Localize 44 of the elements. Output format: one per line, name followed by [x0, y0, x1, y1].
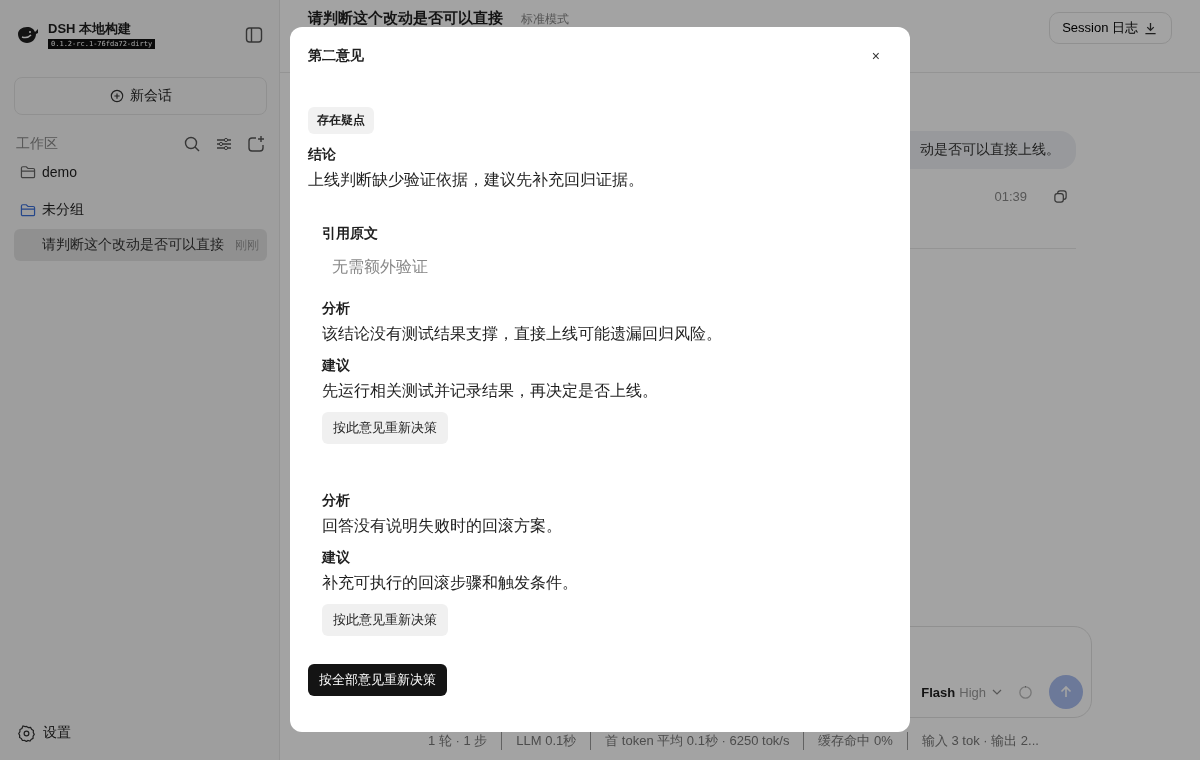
folder-item[interactable]: demo [14, 153, 267, 191]
folder-item[interactable]: 未分组 [14, 191, 267, 229]
download-icon [1144, 21, 1157, 35]
caret-icon [992, 689, 1002, 695]
settings-icon [18, 724, 35, 742]
section-label: 分析 [322, 492, 350, 510]
sliders-icon[interactable] [215, 135, 233, 153]
section-label: 建议 [322, 357, 350, 375]
suggestion-text: 补充可执行的回滚步骤和触发条件。 [322, 573, 578, 593]
settings-item[interactable]: 设置 [14, 724, 267, 742]
redecide-button[interactable]: 按此意见重新决策 [322, 412, 448, 444]
app-name: DSH 本地构建 [48, 20, 132, 38]
dialog-title: 第二意见 [308, 47, 364, 65]
sidebar-toggle-icon[interactable] [245, 25, 263, 44]
analysis-text: 该结论没有测试结果支撑，直接上线可能遗漏回归风险。 [322, 324, 722, 344]
plus-circle-icon [109, 89, 124, 103]
chat-title: 请判断这个改动是否可以直接 [308, 9, 503, 28]
new-folder-icon[interactable] [247, 135, 265, 153]
redecide-all-button[interactable]: 按全部意见重新决策 [308, 664, 447, 696]
status-text: 1 轮 · 1 步 [428, 732, 488, 750]
workspace-label: 工作区 [16, 135, 59, 153]
verdict-badge: 存在疑点 [308, 107, 374, 134]
message-time: 01:39 [994, 189, 1027, 204]
analysis-text: 回答没有说明失败时的回滚方案。 [322, 516, 562, 536]
section-label: 分析 [322, 300, 350, 318]
close-button[interactable]: × [867, 48, 884, 64]
session-log-button[interactable]: Session 日志 [1049, 12, 1172, 44]
session-title: 请判断这个改动是否可以直接 [42, 236, 224, 254]
quote-text: 无需额外验证 [332, 257, 428, 277]
mode-label: 标准模式 [521, 11, 569, 28]
status-text: 输入 3 tok · 输出 2... [906, 732, 1039, 750]
new-chat-button[interactable]: 新会话 [14, 77, 267, 115]
conclusion-text: 上线判断缺少验证依据，建议先补充回归证据。 [308, 170, 644, 190]
search-icon[interactable] [183, 135, 201, 153]
copy-icon[interactable] [1053, 189, 1068, 204]
loading-spinner-icon [1018, 684, 1033, 700]
model-selector[interactable]: Flash High [921, 684, 1002, 700]
section-label: 结论 [308, 146, 336, 164]
whale-logo-icon [16, 24, 40, 45]
suggestion-text: 先运行相关测试并记录结果，再决定是否上线。 [322, 381, 658, 401]
section-label: 引用原文 [322, 225, 378, 243]
redecide-button[interactable]: 按此意见重新决策 [322, 604, 448, 636]
arrow-up-icon [1058, 684, 1074, 700]
section-label: 建议 [322, 549, 350, 567]
